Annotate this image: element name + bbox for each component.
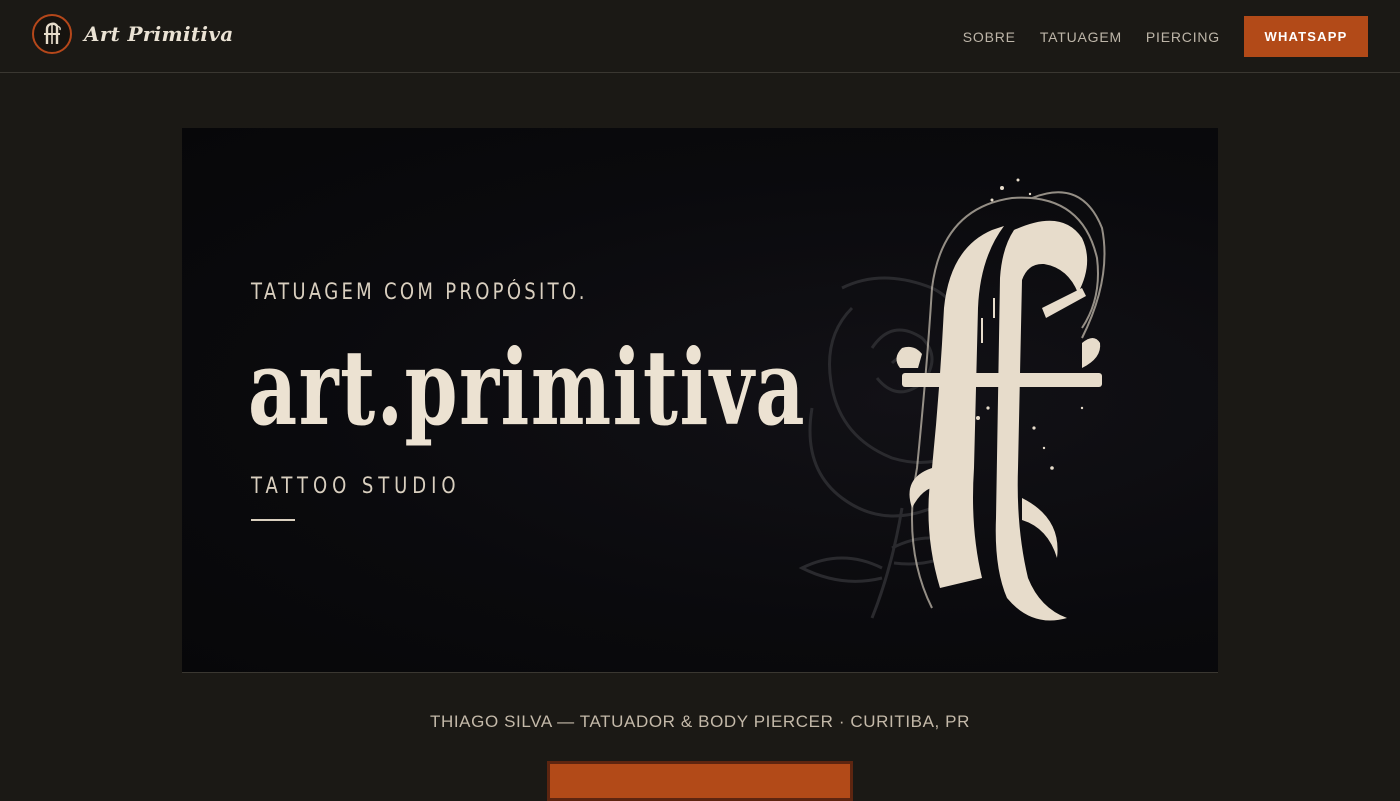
hero-banner: TATUAGEM COM PROPÓSITO. art.primitiva TA… xyxy=(182,128,1218,672)
whatsapp-button[interactable]: WHATSAPP xyxy=(1244,16,1368,57)
hero-title: art.primitiva xyxy=(248,326,806,449)
hero-divider xyxy=(251,519,295,521)
hero-bottom-border xyxy=(182,672,1218,673)
brand-home-link[interactable]: Art Primitiva xyxy=(32,14,234,54)
nav-link-sobre[interactable]: SOBRE xyxy=(963,29,1016,45)
primary-cta-button[interactable] xyxy=(547,761,853,801)
gothic-a-rose-artwork-icon xyxy=(798,178,1106,621)
artist-credit: THIAGO SILVA — TATUADOR & BODY PIERCER ·… xyxy=(430,712,970,731)
top-navigation-bar: Art Primitiva SOBRE TATUAGEM PIERCING WH… xyxy=(0,0,1400,73)
main-nav: SOBRE TATUAGEM PIERCING WHATSAPP xyxy=(963,16,1368,57)
gothic-a-monogram-icon xyxy=(32,14,72,54)
hero-tagline: TATUAGEM COM PROPÓSITO. xyxy=(251,280,588,305)
nav-link-piercing[interactable]: PIERCING xyxy=(1146,29,1220,45)
brand-name: Art Primitiva xyxy=(84,22,234,46)
hero-subtitle: TATTOO STUDIO xyxy=(251,474,461,499)
nav-link-tatuagem[interactable]: TATUAGEM xyxy=(1040,29,1122,45)
